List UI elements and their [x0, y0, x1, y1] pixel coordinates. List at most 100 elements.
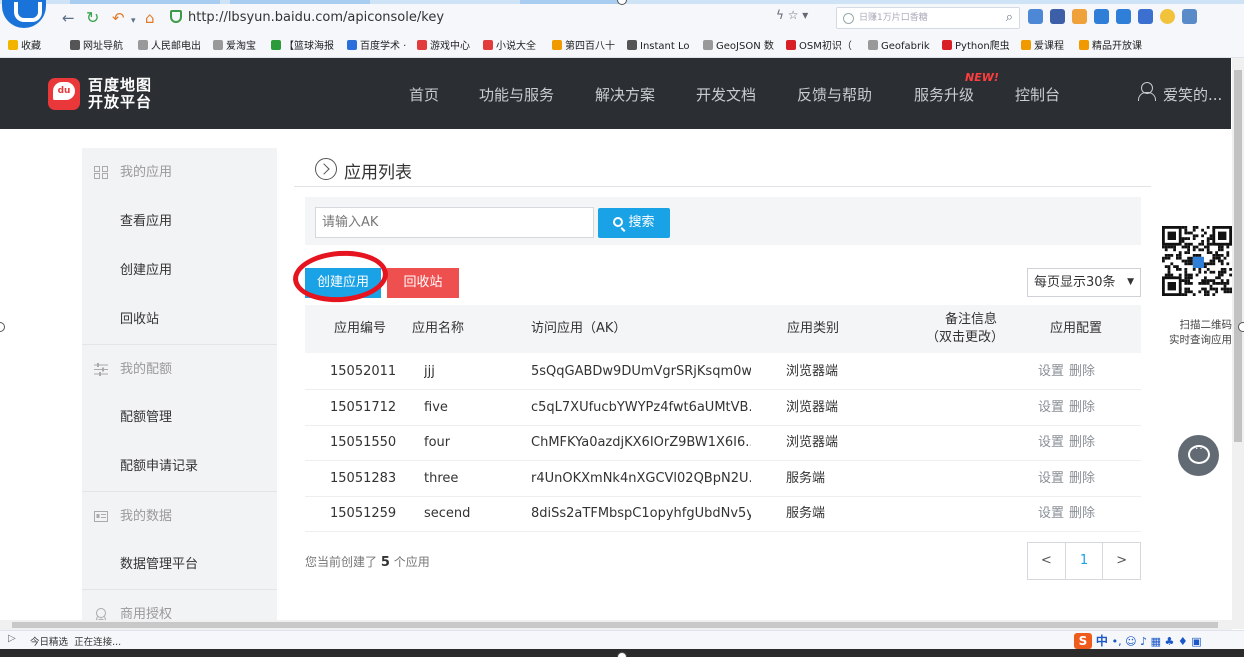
- bookmark-item[interactable]: 小说大全: [483, 40, 536, 54]
- extension-icon[interactable]: [1116, 9, 1131, 24]
- bookmark-item[interactable]: OSM初识（: [786, 40, 852, 54]
- bookmark-item[interactable]: 【篮球海报: [271, 40, 334, 54]
- settings-link[interactable]: 设置: [1038, 461, 1064, 497]
- sidebar-item-data-platform[interactable]: 数据管理平台: [82, 540, 277, 589]
- sidebar-item-create-app[interactable]: 创建应用: [82, 246, 277, 295]
- bookmark-item[interactable]: 人民邮电出: [138, 40, 201, 54]
- column-header-config: 应用配置: [1050, 321, 1103, 336]
- ime-tools-icon[interactable]: •, ☺ ♪ ▦ ♣ ♦ ▣: [1112, 635, 1202, 648]
- vertical-scrollbar[interactable]: [1232, 58, 1244, 629]
- horizontal-scroll-thumb[interactable]: [12, 622, 1218, 628]
- bookmark-item[interactable]: 百度学术 ·: [347, 40, 406, 54]
- cell-app-note[interactable]: [935, 425, 1025, 461]
- settings-link[interactable]: 设置: [1038, 496, 1064, 532]
- delete-link[interactable]: 删除: [1069, 496, 1095, 532]
- bookmark-item[interactable]: 网址导航: [70, 40, 123, 54]
- bookmark-item[interactable]: Geofabrik: [868, 40, 930, 54]
- bookmark-item[interactable]: Python爬虫: [942, 40, 1010, 54]
- grid-icon: [94, 166, 108, 179]
- cut-icon[interactable]: [1050, 9, 1065, 24]
- chat-icon[interactable]: [1178, 435, 1219, 476]
- nav-docs[interactable]: 开发文档: [696, 84, 756, 105]
- address-bar[interactable]: http://lbsyun.baidu.com/apiconsole/key: [170, 7, 770, 29]
- cell-app-note[interactable]: [935, 354, 1025, 390]
- bookmark-item[interactable]: 第四百八十: [552, 40, 615, 54]
- delete-link[interactable]: 删除: [1069, 461, 1095, 497]
- horizontal-scrollbar[interactable]: [0, 620, 1232, 630]
- smile-icon[interactable]: [1160, 9, 1175, 24]
- window-resize-handle[interactable]: [617, 652, 627, 657]
- bookmark-label: 精品开放课: [1092, 41, 1142, 52]
- extension-icon[interactable]: [1072, 9, 1087, 24]
- undo-dropdown-icon[interactable]: ▾: [131, 13, 136, 29]
- user-icon[interactable]: [1138, 82, 1156, 101]
- settings-link[interactable]: 设置: [1038, 425, 1064, 461]
- summary-prefix: 您当前创建了: [305, 555, 378, 569]
- pager-page-1[interactable]: 1: [1064, 543, 1104, 579]
- pager-next-button[interactable]: >: [1103, 543, 1140, 579]
- bookmark-label: Python爬虫: [955, 41, 1010, 52]
- bookmark-item[interactable]: 精品开放课: [1079, 40, 1142, 54]
- ime-mode-label[interactable]: 中: [1096, 634, 1108, 648]
- sidebar-toggle-icon[interactable]: ▷: [8, 633, 16, 644]
- status-text: 今日精选 正在连接...: [30, 634, 121, 648]
- create-app-button[interactable]: 创建应用: [305, 268, 381, 298]
- sidebar-item-recycle-bin[interactable]: 回收站: [82, 295, 277, 344]
- logo-text[interactable]: 百度地图 开放平台: [88, 77, 168, 111]
- page-title: 应用列表: [344, 163, 412, 183]
- shield-icon[interactable]: [1138, 9, 1153, 24]
- cell-app-note[interactable]: [935, 461, 1025, 497]
- per-page-select[interactable]: 每页显示30条 ▼: [1027, 268, 1141, 297]
- extension-icon[interactable]: [1028, 9, 1043, 24]
- delete-link[interactable]: 删除: [1069, 390, 1095, 426]
- table-row: 15051550 four ChMFKYa0azdjKX6IOrZ9BW1X6I6.…: [305, 425, 1141, 462]
- sidebar-group-license: 商用授权: [82, 589, 277, 621]
- pager-prev-button[interactable]: <: [1028, 543, 1065, 579]
- undo-icon[interactable]: ↶: [112, 10, 125, 26]
- nav-console[interactable]: 控制台: [1015, 84, 1060, 105]
- settings-link[interactable]: 设置: [1038, 354, 1064, 390]
- search-button[interactable]: 搜索: [598, 208, 670, 238]
- back-icon[interactable]: ←: [62, 10, 75, 26]
- reload-icon[interactable]: ↻: [86, 10, 99, 26]
- download-icon[interactable]: [1182, 9, 1197, 24]
- cell-app-note[interactable]: [935, 390, 1025, 426]
- window-resize-handle[interactable]: [0, 322, 5, 332]
- nav-feedback[interactable]: 反馈与帮助: [797, 84, 872, 105]
- delete-link[interactable]: 删除: [1069, 354, 1095, 390]
- cell-app-note[interactable]: [935, 496, 1025, 532]
- vertical-scroll-thumb[interactable]: [1234, 70, 1242, 442]
- address-actions[interactable]: ϟ ☆ ▾: [776, 8, 808, 28]
- search-icon[interactable]: ⌕: [1006, 8, 1013, 28]
- browser-tab[interactable]: [520, 0, 620, 4]
- bookmark-item[interactable]: 收藏: [8, 40, 41, 54]
- home-icon[interactable]: ⌂: [145, 10, 155, 26]
- baidu-map-logo-icon[interactable]: [48, 78, 80, 110]
- bookmark-item[interactable]: 爱课程: [1021, 40, 1064, 54]
- recycle-bin-button[interactable]: 回收站: [387, 268, 459, 298]
- sidebar-item-quota-records[interactable]: 配额申请记录: [82, 442, 277, 491]
- sidebar-item-quota-manage[interactable]: 配额管理: [82, 393, 277, 442]
- status-today-pick[interactable]: 今日精选: [30, 637, 68, 648]
- nav-solutions[interactable]: 解决方案: [595, 84, 655, 105]
- bookmark-icon: [70, 40, 80, 50]
- bookmark-item[interactable]: 游戏中心: [417, 40, 470, 54]
- settings-link[interactable]: 设置: [1038, 390, 1064, 426]
- window-resize-handle[interactable]: [1238, 322, 1244, 332]
- bookmark-item[interactable]: Instant Lo: [627, 40, 690, 54]
- ak-search-input[interactable]: [315, 207, 594, 238]
- bookmark-item[interactable]: GeoJSON 数: [703, 40, 774, 54]
- delete-link[interactable]: 删除: [1069, 425, 1095, 461]
- sidebar-item-view-apps[interactable]: 查看应用: [82, 197, 277, 246]
- browser-search-box[interactable]: 日赚1万片口香糖 ⌕: [836, 7, 1020, 29]
- arrow-circle-icon: [315, 158, 337, 180]
- wrench-icon[interactable]: [1094, 9, 1109, 24]
- browser-tab[interactable]: [230, 0, 370, 4]
- browser-tab[interactable]: [70, 0, 220, 4]
- bookmark-item[interactable]: 爱淘宝: [213, 40, 256, 54]
- user-name[interactable]: 爱笑的...: [1163, 84, 1222, 105]
- nav-home[interactable]: 首页: [409, 84, 439, 105]
- nav-features[interactable]: 功能与服务: [479, 84, 554, 105]
- sogou-ime-icon[interactable]: S: [1074, 633, 1092, 649]
- nav-upgrade[interactable]: 服务升级: [914, 84, 974, 105]
